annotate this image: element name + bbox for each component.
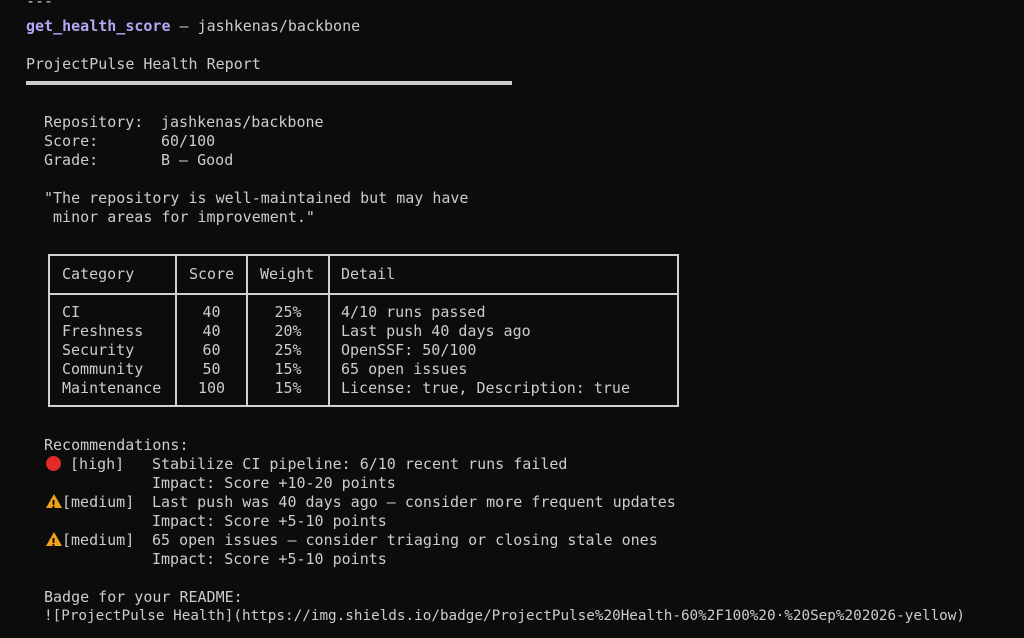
score-table: Category Score Weight Detail CI 40 25% 4… [48, 254, 679, 407]
table-cell-detail: Last push 40 days ago [341, 322, 531, 340]
recommendation-impact: Impact: Score +10-20 points [152, 474, 396, 492]
recommendation-text: Last push was 40 days ago — consider mor… [152, 493, 676, 511]
repository-value: jashkenas/backbone [161, 113, 324, 131]
badge-title: Badge for your README: [44, 588, 243, 606]
table-header-divider [50, 293, 677, 295]
grade-label: Grade: [44, 151, 99, 169]
table-header-category: Category [62, 265, 135, 283]
command-repo: jashkenas/backbone [197, 17, 361, 35]
table-header-weight: Weight [260, 265, 315, 283]
recommendation-severity: [medium] [46, 531, 135, 552]
table-cell-category: Freshness [62, 322, 144, 340]
recommendation-severity: [medium] [46, 493, 135, 514]
recommendation-level: [high] [61, 455, 125, 473]
command-line: get_health_score — jashkenas/backbone [26, 17, 360, 36]
table-cell-score: 100 [197, 379, 226, 397]
table-cell-score: 60 [202, 341, 221, 359]
table-cell-category: Security [62, 341, 135, 359]
table-divider [328, 256, 330, 405]
table-cell-category: Community [62, 360, 144, 378]
red-circle-icon [46, 456, 61, 471]
recommendation-text: Stabilize CI pipeline: 6/10 recent runs … [152, 455, 568, 473]
grade-value: B — Good [161, 151, 234, 169]
warning-icon [46, 494, 62, 514]
summary-quote-line1: "The repository is well-maintained but m… [44, 189, 469, 207]
recommendation-impact: Impact: Score +5-10 points [152, 512, 387, 530]
recommendation-impact: Impact: Score +5-10 points [152, 550, 387, 568]
recommendation-text: 65 open issues — consider triaging or cl… [152, 531, 658, 549]
command-separator: — [170, 17, 198, 35]
table-cell-score: 40 [202, 322, 221, 340]
table-cell-weight: 25% [274, 341, 302, 359]
recommendations-title: Recommendations: [44, 436, 189, 454]
table-header-score: Score [189, 265, 235, 283]
table-cell-detail: License: true, Description: true [341, 379, 630, 397]
table-cell-weight: 15% [274, 379, 302, 397]
table-cell-detail: OpenSSF: 50/100 [341, 341, 477, 359]
table-cell-detail: 4/10 runs passed [341, 303, 486, 321]
score-label: Score: [44, 132, 99, 150]
table-cell-category: CI [62, 303, 81, 321]
separator-dashes: --- [26, 0, 54, 10]
table-cell-score: 50 [202, 360, 221, 378]
summary-quote-line2: minor areas for improvement." [44, 208, 315, 226]
table-cell-weight: 25% [274, 303, 302, 321]
recommendation-level: [medium] [62, 531, 135, 549]
recommendation-level: [medium] [62, 493, 135, 511]
table-cell-score: 40 [202, 303, 221, 321]
repository-label: Repository: [44, 113, 144, 131]
warning-icon [46, 532, 62, 552]
recommendation-severity: [high] [46, 455, 124, 474]
table-cell-category: Maintenance [62, 379, 162, 397]
table-cell-weight: 20% [274, 322, 302, 340]
badge-markdown[interactable]: ![ProjectPulse Health](https://img.shiel… [44, 607, 965, 626]
command-name: get_health_score [26, 17, 171, 35]
table-cell-weight: 15% [274, 360, 302, 378]
title-underline [26, 81, 512, 85]
table-header-detail: Detail [341, 265, 396, 283]
score-value: 60/100 [161, 132, 216, 150]
report-title: ProjectPulse Health Report [26, 55, 261, 73]
table-cell-detail: 65 open issues [341, 360, 468, 378]
